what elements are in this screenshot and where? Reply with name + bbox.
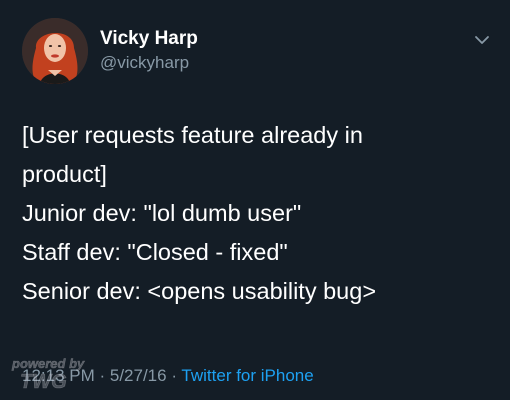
tweet-time[interactable]: 12:13 PM xyxy=(22,366,95,385)
author-handle[interactable]: @vickyharp xyxy=(100,53,189,73)
tweet-meta: 12:13 PM · 5/27/16 · Twitter for iPhone xyxy=(22,366,314,386)
tweet-text-line: [User requests feature already in xyxy=(22,122,363,148)
tweet-date[interactable]: 5/27/16 xyxy=(110,366,167,385)
tweet-card: Vicky Harp @vickyharp [User requests fea… xyxy=(0,0,510,400)
tweet-text: [User requests feature already in produc… xyxy=(22,116,492,311)
chevron-down-icon[interactable] xyxy=(472,30,492,50)
tweet-text-line: product] xyxy=(22,161,107,187)
author-name[interactable]: Vicky Harp xyxy=(100,28,198,50)
avatar[interactable] xyxy=(22,18,88,84)
meta-separator: · xyxy=(94,366,110,385)
tweet-source-link[interactable]: Twitter for iPhone xyxy=(181,366,313,385)
tweet-text-line: Senior dev: <opens usability bug> xyxy=(22,278,377,304)
meta-separator: · xyxy=(166,366,182,385)
tweet-text-line: Staff dev: "Closed - fixed" xyxy=(22,239,288,265)
tweet-text-line: Junior dev: "lol dumb user" xyxy=(22,200,302,226)
